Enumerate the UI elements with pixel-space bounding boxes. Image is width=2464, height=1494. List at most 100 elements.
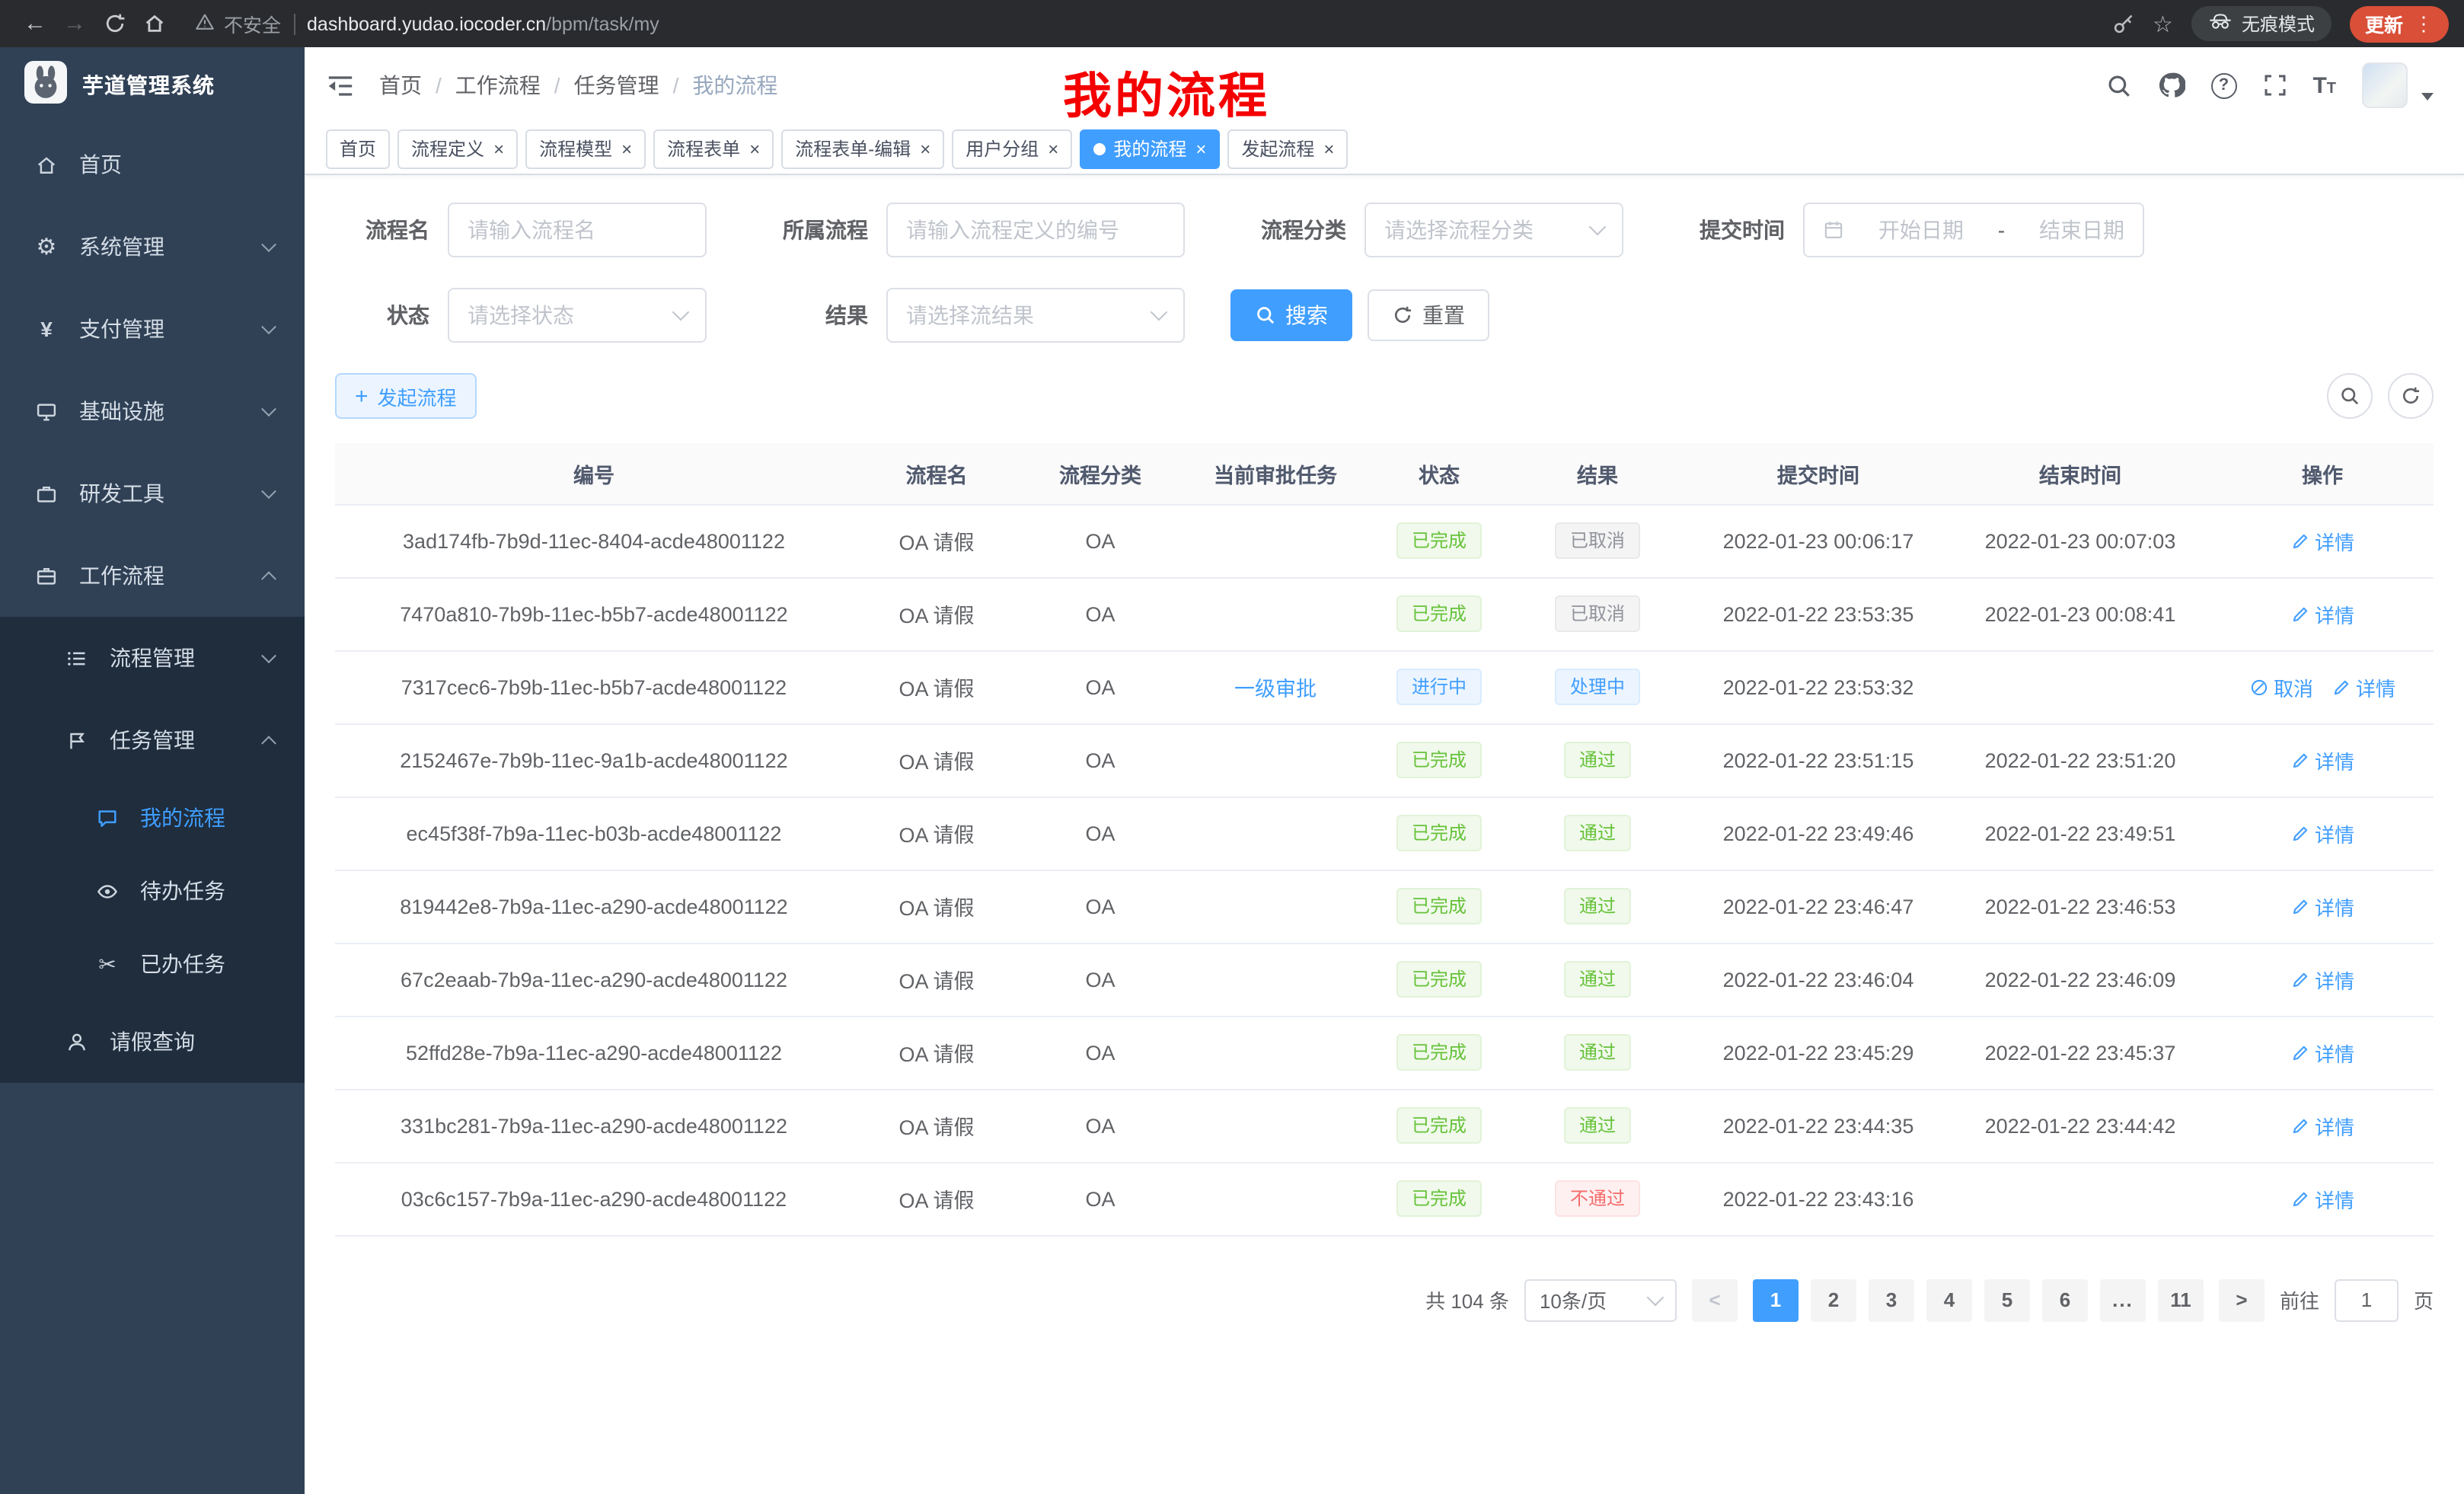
tab-process-form[interactable]: 流程表单 ×: [653, 129, 774, 168]
next-page-button[interactable]: >: [2219, 1279, 2265, 1321]
cell-status: 已完成: [1371, 1089, 1508, 1162]
result-select[interactable]: 请选择流结果: [886, 288, 1185, 343]
detail-link[interactable]: 详情: [2290, 1111, 2354, 1140]
font-size-icon[interactable]: TT: [2312, 72, 2336, 98]
sidebar-item-todo-task[interactable]: 待办任务: [0, 854, 305, 927]
logo-row[interactable]: 芋道管理系统: [0, 47, 305, 123]
prev-page-button[interactable]: <: [1692, 1279, 1738, 1321]
sidebar-item-home[interactable]: 首页: [0, 123, 305, 206]
cancel-link[interactable]: 取消: [2249, 672, 2313, 701]
tab-user-group[interactable]: 用户分组×: [952, 129, 1072, 168]
close-tab-icon[interactable]: ×: [493, 139, 504, 158]
sidebar-item-infrastructure[interactable]: 基础设施: [0, 370, 305, 452]
create-process-button[interactable]: + 发起流程: [335, 373, 477, 419]
detail-link[interactable]: 详情: [2332, 672, 2395, 701]
page-button-6[interactable]: 6: [2042, 1279, 2088, 1321]
current-task-link[interactable]: 一级审批: [1234, 678, 1317, 701]
page-button-1[interactable]: 1: [1753, 1279, 1799, 1321]
url-host[interactable]: dashboard.yudao.iocoder.cn: [307, 13, 546, 34]
cell-status: 已完成: [1371, 796, 1508, 870]
status-select[interactable]: 请选择状态: [448, 288, 707, 343]
status-placeholder: 请选择状态: [468, 300, 574, 330]
avatar[interactable]: [2362, 62, 2408, 108]
app-logo: [24, 60, 67, 110]
header-search-icon[interactable]: [2105, 72, 2131, 98]
avatar-caret-icon[interactable]: [2421, 92, 2434, 100]
detail-link[interactable]: 详情: [2290, 892, 2354, 921]
help-icon[interactable]: ?: [2210, 72, 2236, 98]
process-name-input[interactable]: [448, 203, 707, 257]
url-path[interactable]: /bpm/task/my: [546, 13, 659, 34]
reset-button[interactable]: 重置: [1368, 289, 1489, 341]
tab-process-form-edit[interactable]: 流程表单-编辑×: [781, 129, 944, 168]
close-tab-icon[interactable]: ×: [749, 139, 760, 158]
page-size-select[interactable]: 10条/页: [1524, 1279, 1677, 1321]
sidebar-item-task-management[interactable]: 任务管理: [0, 699, 305, 781]
detail-link[interactable]: 详情: [2290, 965, 2354, 994]
page-button-5[interactable]: 5: [1984, 1279, 2030, 1321]
close-tab-icon[interactable]: ×: [920, 139, 930, 158]
detail-link[interactable]: 详情: [2290, 1184, 2354, 1213]
reload-button[interactable]: [94, 5, 134, 42]
sidebar-item-process-management[interactable]: 流程管理: [0, 617, 305, 699]
fullscreen-icon[interactable]: [2262, 73, 2287, 97]
sidebar-item-system-management[interactable]: ⚙系统管理: [0, 206, 305, 288]
breadcrumb-item[interactable]: 工作流程: [455, 70, 541, 101]
breadcrumb-item[interactable]: 任务管理: [574, 70, 659, 101]
sidebar-item-label: 流程管理: [110, 643, 195, 673]
detail-link[interactable]: 详情: [2290, 526, 2354, 555]
sidebar-item-devtools[interactable]: 研发工具: [0, 452, 305, 535]
tab-process-model[interactable]: 流程模型×: [525, 129, 646, 168]
breadcrumb-separator: /: [554, 73, 560, 97]
page-button-4[interactable]: 4: [1926, 1279, 1972, 1321]
page-button-3[interactable]: 3: [1869, 1279, 1914, 1321]
back-button[interactable]: ←: [15, 5, 55, 42]
sidebar-toggle-icon[interactable]: [326, 71, 355, 100]
browser-update-button[interactable]: 更新 ⋮: [2350, 5, 2449, 42]
gear-icon: ⚙: [34, 235, 59, 258]
tab-process-definition[interactable]: 流程定义×: [397, 129, 518, 168]
tab-start-process[interactable]: 发起流程×: [1227, 129, 1348, 168]
close-tab-icon[interactable]: ×: [1323, 139, 1334, 158]
cell-status: 进行中: [1371, 650, 1508, 723]
tab-my-process[interactable]: 我的流程×: [1080, 129, 1220, 168]
category-select[interactable]: 请选择流程分类: [1364, 203, 1623, 257]
toggle-search-icon[interactable]: [2327, 373, 2373, 419]
breadcrumb-item[interactable]: 首页: [379, 70, 422, 101]
page-button-2[interactable]: 2: [1811, 1279, 1856, 1321]
more-pages-button[interactable]: ...: [2100, 1279, 2146, 1321]
table-body: 3ad174fb-7b9d-11ec-8404-acde48001122OA 请…: [335, 504, 2434, 1235]
tab-home[interactable]: 首页: [326, 129, 390, 168]
kebab-menu-icon[interactable]: ⋮: [2414, 11, 2434, 36]
detail-link[interactable]: 详情: [2290, 599, 2354, 628]
update-label: 更新: [2365, 9, 2403, 38]
refresh-table-icon[interactable]: [2388, 373, 2434, 419]
close-tab-icon[interactable]: ×: [1048, 139, 1058, 158]
sidebar-item-payment-management[interactable]: ¥支付管理: [0, 288, 305, 370]
sidebar-item-leave-query[interactable]: 请假查询: [0, 1001, 305, 1083]
sidebar-item-my-process[interactable]: 我的流程: [0, 781, 305, 854]
site-security[interactable]: 不安全: [195, 9, 281, 38]
search-button[interactable]: 搜索: [1230, 289, 1352, 341]
sidebar-item-done-task[interactable]: ✂已办任务: [0, 927, 305, 1001]
sidebar-item-workflow[interactable]: 工作流程: [0, 535, 305, 617]
home-button[interactable]: [134, 5, 174, 42]
detail-link[interactable]: 详情: [2290, 819, 2354, 848]
sidebar-item-label: 我的流程: [140, 803, 225, 833]
detail-link[interactable]: 详情: [2290, 1038, 2354, 1067]
submit-time-range-picker[interactable]: 开始日期 - 结束日期: [1803, 203, 2144, 257]
page-button-11[interactable]: 11: [2158, 1279, 2204, 1321]
goto-page-input[interactable]: [2335, 1279, 2399, 1321]
process-definition-input[interactable]: [886, 203, 1185, 257]
cell-id: 67c2eaab-7b9a-11ec-a290-acde48001122: [335, 943, 853, 1016]
close-tab-icon[interactable]: ×: [1195, 139, 1206, 158]
bookmark-star-icon[interactable]: ☆: [2153, 10, 2173, 37]
github-icon[interactable]: [2157, 72, 2185, 99]
result-tag: 已取消: [1555, 522, 1640, 559]
forward-button[interactable]: →: [55, 5, 94, 42]
sidebar: 芋道管理系统 首页⚙系统管理¥支付管理基础设施研发工具工作流程流程管理任务管理我…: [0, 47, 305, 1494]
tab-label: 流程表单: [667, 136, 740, 161]
close-tab-icon[interactable]: ×: [621, 139, 632, 158]
password-key-icon[interactable]: [2111, 12, 2134, 35]
detail-link[interactable]: 详情: [2290, 745, 2354, 774]
